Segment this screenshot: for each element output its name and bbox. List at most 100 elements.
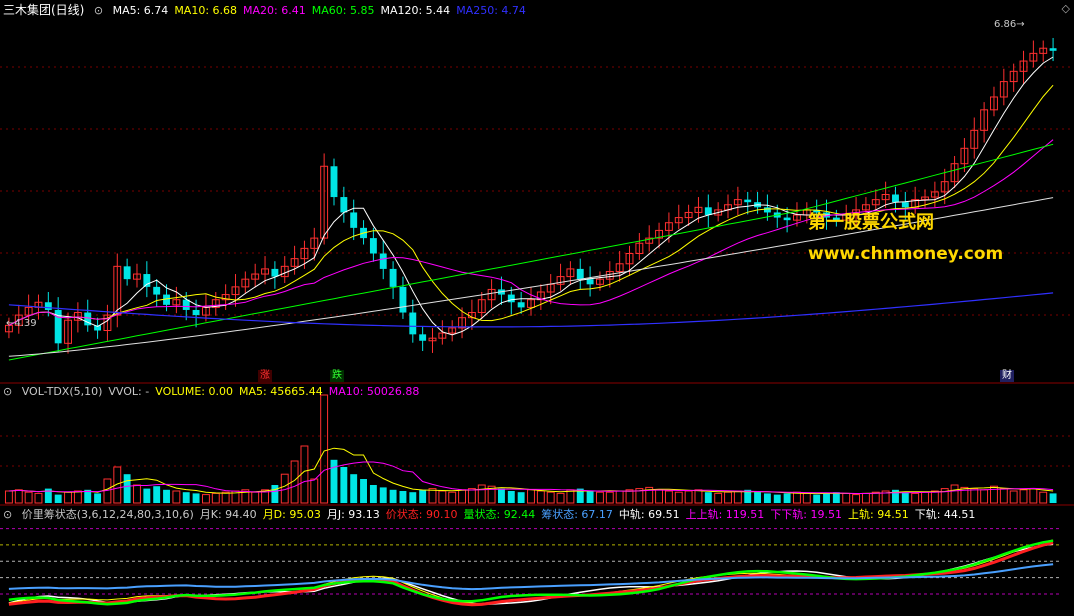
volume-bar: [73, 490, 82, 504]
volume-bar: [467, 488, 476, 504]
volume-bar: [251, 491, 260, 504]
ma-label-4: MA120: 5.44: [380, 4, 451, 17]
ma-legend: MA5: 6.74 MA10: 6.68 MA20: 6.41 MA60: 5.85 M…: [113, 4, 532, 17]
volume-bar: [664, 490, 673, 504]
volume-bar: [438, 490, 447, 504]
ma-label-5: MA250: 4.74: [456, 4, 526, 17]
volume-bar: [153, 486, 161, 503]
volume-bar: [813, 494, 821, 503]
volume-label-3: MA5: 45665.44: [239, 385, 323, 398]
volume-bar: [990, 485, 998, 504]
volume-bar: [763, 493, 771, 503]
volume-bar: [143, 488, 151, 503]
volume-bar: [802, 492, 811, 504]
volume-bar: [34, 492, 43, 504]
volume-bar: [950, 484, 959, 504]
candle-body: [340, 197, 348, 213]
event-marker-finance[interactable]: 财: [1000, 370, 1014, 382]
candle-body: [143, 274, 151, 287]
high-price-label: 6.86→: [994, 19, 1025, 30]
indicator-label-8: 上上轨: 119.51: [685, 508, 765, 521]
volume-bar: [419, 489, 427, 503]
volume-bar: [221, 491, 230, 504]
volume-bar: [773, 494, 781, 503]
indicator-label-6: 筹状态: 67.17: [541, 508, 613, 521]
volume-bar: [4, 490, 13, 504]
volume-bar: [123, 474, 131, 503]
stock-chart-canvas[interactable]: [0, 0, 1074, 616]
indicator-legend: 价里筹状态(3,6,12,24,80,3,10,6) 月K: 94.40 月D: 9…: [22, 508, 982, 521]
volume-bar: [754, 492, 762, 503]
volume-legend: VOL-TDX(5,10) VVOL: - VOLUME: 0.00 MA5: 456…: [22, 385, 426, 398]
stock-title[interactable]: 三木集团(日线): [3, 3, 84, 17]
low-price-label: ←4.39: [6, 318, 37, 329]
volume-bar: [605, 491, 614, 504]
candle-body: [399, 286, 407, 313]
volume-bar: [704, 492, 712, 503]
volume-bar: [901, 492, 909, 503]
volume-bar: [527, 489, 535, 504]
volume-bar: [458, 489, 466, 504]
volume-bar: [921, 491, 929, 504]
volume-bar: [970, 488, 979, 504]
chip-state-line: [8, 563, 1054, 591]
candle-body: [744, 199, 752, 203]
candle-body: [576, 268, 584, 280]
indicator-collapse-icon[interactable]: ⊙: [3, 508, 12, 521]
candle-body: [123, 266, 131, 280]
event-marker-rise[interactable]: 涨: [258, 370, 272, 382]
volume-bar: [507, 491, 515, 503]
volume-bar: [310, 478, 319, 504]
volume-bar: [54, 494, 62, 503]
volume-bar: [655, 489, 664, 504]
watermark-url: www.chnmoney.com: [808, 244, 1004, 264]
indicator-label-11: 下轨: 44.51: [914, 508, 976, 521]
volume-bar: [360, 479, 367, 503]
candle-body: [369, 238, 377, 254]
volume-bar: [546, 491, 555, 504]
candle-body: [153, 286, 161, 295]
ma-label-3: MA60: 5.85: [311, 4, 375, 17]
candle-body: [182, 299, 190, 310]
ma-label-0: MA5: 6.74: [112, 4, 169, 17]
volume-bar: [536, 490, 545, 504]
volume-bar: [999, 488, 1008, 504]
volume-bar: [842, 492, 851, 504]
collapse-icon[interactable]: ⊙: [94, 4, 103, 17]
event-marker-fall[interactable]: 跌: [330, 370, 344, 382]
candle-body: [389, 268, 397, 287]
indicator-label-3: 月J: 93.13: [326, 508, 380, 521]
candle-body: [44, 302, 52, 310]
candle-body: [1049, 48, 1057, 51]
candle-body: [517, 302, 525, 308]
candle-body: [892, 194, 899, 203]
volume-bar: [192, 493, 200, 503]
volume-bar: [271, 485, 279, 503]
volume-state-line: [8, 539, 1054, 606]
volume-bar: [409, 492, 417, 503]
volume-bar: [340, 467, 348, 503]
indicator-label-0: 价里筹状态(3,6,12,24,80,3,10,6): [21, 508, 194, 521]
volume-bar: [625, 489, 634, 504]
volume-bar: [724, 491, 732, 504]
candle-body: [192, 309, 200, 316]
candle-body: [419, 334, 427, 341]
volume-bar: [911, 492, 920, 504]
volume-ma10-line: [8, 461, 1054, 494]
indicator-label-7: 中轨: 69.51: [618, 508, 680, 521]
indicator-label-9: 下下轨: 19.51: [770, 508, 843, 521]
volume-bar: [24, 491, 33, 504]
volume-bar: [133, 484, 141, 504]
volume-bar: [852, 494, 861, 504]
volume-bar: [1009, 490, 1018, 504]
volume-bar: [477, 484, 486, 504]
volume-bar: [389, 489, 397, 503]
volume-ma5-line: [8, 447, 1054, 495]
volume-bar: [399, 491, 407, 503]
volume-bar: [379, 487, 387, 503]
candle-body: [379, 253, 387, 269]
diamond-icon[interactable]: ◇: [1062, 2, 1070, 15]
volume-label-2: VOLUME: 0.00: [155, 385, 233, 398]
volume-bar: [1039, 491, 1048, 504]
volume-collapse-icon[interactable]: ⊙: [3, 385, 12, 398]
